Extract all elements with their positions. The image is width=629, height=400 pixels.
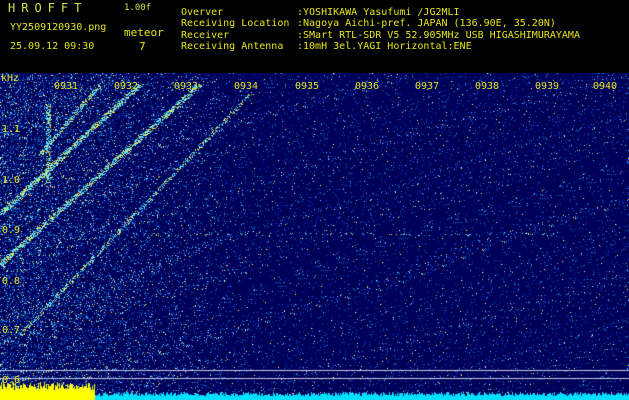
time-tick-label: 0940 xyxy=(593,81,618,92)
antenna-value: :10mH 3el.YAGI Horizontal:ENE xyxy=(297,41,472,52)
spectrogram-canvas xyxy=(0,73,629,400)
y-tick-label: 1.1 xyxy=(2,124,21,135)
detection-type-label: meteor xyxy=(124,26,164,39)
time-tick-label: 0939 xyxy=(535,81,560,92)
time-tick-label: 0933 xyxy=(174,81,199,92)
antenna-key: Receiving Antenna xyxy=(181,41,284,52)
detection-count: 7 xyxy=(139,40,146,53)
y-tick-label: 0.6 xyxy=(2,375,21,386)
location-value: :Nagoya Aichi-pref. JAPAN (136.90E, 35.2… xyxy=(297,18,556,29)
location-key: Receiving Location xyxy=(181,18,290,29)
y-tick-label: 0.9 xyxy=(2,225,21,236)
observer-value: :YOSHIKAWA Yasufumi /JG2MLI xyxy=(297,7,460,18)
time-tick-label: 0934 xyxy=(234,81,259,92)
receiver-value: :SMart RTL-SDR V5 52.905MHz USB HIGASHIM… xyxy=(297,30,580,41)
frequency-unit-label: kHz xyxy=(1,73,20,84)
y-tick-label: 0.7 xyxy=(2,325,21,336)
datetime-label: 25.09.12 09:30 xyxy=(10,41,95,52)
observer-key: Overver xyxy=(181,7,224,18)
time-tick-label: 0931 xyxy=(54,81,79,92)
filename-label: YY2509120930.png xyxy=(10,22,107,33)
time-tick-label: 0936 xyxy=(355,81,380,92)
time-tick-label: 0938 xyxy=(475,81,500,92)
app-title: HROFFT xyxy=(8,1,88,15)
y-tick-label: 0.8 xyxy=(2,276,21,287)
time-tick-label: 0932 xyxy=(114,81,139,92)
time-tick-label: 0935 xyxy=(295,81,320,92)
header-panel: HROFFT 1.00f YY2509120930.png 25.09.12 0… xyxy=(0,0,629,73)
receiver-key: Receiver xyxy=(181,30,230,41)
time-tick-label: 0937 xyxy=(415,81,440,92)
y-tick-label: 1.0 xyxy=(2,175,21,186)
version-label: 1.00f xyxy=(124,3,152,13)
